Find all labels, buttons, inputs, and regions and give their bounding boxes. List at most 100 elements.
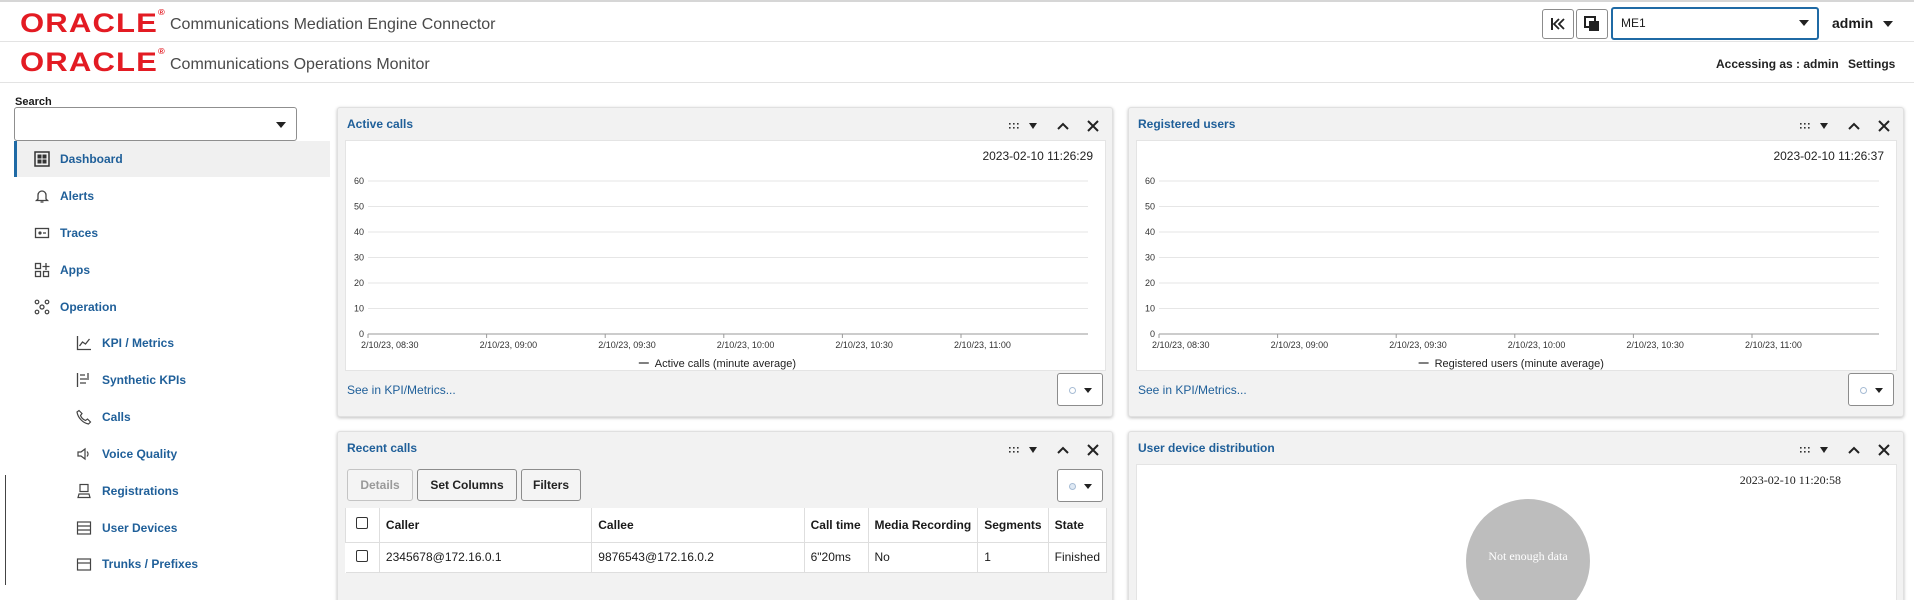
chevron-down-icon[interactable]: [1883, 21, 1893, 27]
sidebar-item-apps[interactable]: Apps: [14, 252, 330, 288]
top-header: ORACLE® Communications Mediation Engine …: [0, 0, 1914, 42]
select-all-cell[interactable]: [345, 508, 380, 543]
divider: [5, 475, 6, 585]
sidebar-item-trunks-prefixes[interactable]: Trunks / Prefixes: [14, 546, 330, 582]
x-tick-label: 2/10/23, 08:30: [361, 340, 419, 350]
chevron-down-icon[interactable]: [1819, 440, 1829, 460]
bell-icon: [33, 187, 51, 205]
drag-handle-icon[interactable]: [1799, 116, 1811, 136]
table-row[interactable]: 2345678@172.16.0.1 9876543@172.16.0.2 6"…: [345, 542, 1108, 573]
close-icon[interactable]: [1087, 440, 1099, 460]
rewind-icon: [1551, 18, 1565, 30]
sidebar-item-alerts[interactable]: Alerts: [14, 178, 330, 214]
see-in-kpi-link[interactable]: See in KPI/Metrics...: [1138, 383, 1247, 397]
chevron-down-icon: [1084, 484, 1092, 489]
chart-options-button[interactable]: [1848, 373, 1894, 406]
set-columns-button[interactable]: Set Columns: [417, 469, 517, 501]
phone-icon: [75, 408, 93, 426]
sidebar-item-dashboard[interactable]: Dashboard: [14, 141, 330, 177]
column-header-call-time[interactable]: Call time: [803, 508, 869, 543]
cell-state: Finished: [1048, 542, 1108, 573]
me-select[interactable]: ME1: [1611, 7, 1819, 40]
y-tick-label: 20: [1145, 278, 1155, 288]
chart-options-button[interactable]: [1057, 373, 1103, 406]
rewind-button[interactable]: [1542, 9, 1574, 39]
trunk-icon: [75, 555, 93, 573]
speaker-icon: [75, 445, 93, 463]
y-tick-label: 0: [359, 329, 364, 339]
sidebar-item-user-devices[interactable]: User Devices: [14, 510, 330, 546]
close-icon[interactable]: [1878, 440, 1890, 460]
chart-timestamp: 2023-02-10 11:20:58: [1739, 473, 1841, 487]
select-all-checkbox[interactable]: [356, 517, 369, 530]
collapse-icon[interactable]: [1057, 440, 1069, 460]
chevron-down-icon[interactable]: [1028, 116, 1038, 136]
column-header-media-recording[interactable]: Media Recording: [867, 508, 979, 543]
chevron-down-icon: [1799, 20, 1809, 26]
column-header-callee[interactable]: Callee: [591, 508, 805, 543]
cell-media-recording: No: [868, 542, 979, 573]
x-tick-label: 2/10/23, 09:00: [1271, 340, 1329, 350]
recent-calls-table: Caller Callee Call time Media Recording …: [345, 508, 1108, 573]
close-icon[interactable]: [1878, 116, 1890, 136]
filters-button[interactable]: Filters: [521, 469, 581, 501]
registered-users-chart: 60 50 40 30 20 10 02/10/23, 08:30 2/10/23, 09:0…: [1145, 176, 1879, 370]
sidebar-item-traces[interactable]: Traces: [14, 215, 330, 251]
drag-handle-icon[interactable]: [1799, 440, 1811, 460]
circle-icon: [1069, 483, 1076, 490]
sidebar-item-calls[interactable]: Calls: [14, 399, 330, 435]
sidebar-item-synthetic-kpis[interactable]: Synthetic KPIs: [14, 362, 330, 398]
sub-header: ORACLE® Communications Operations Monito…: [0, 42, 1914, 83]
y-tick-label: 0: [1150, 329, 1155, 339]
details-button[interactable]: Details: [347, 469, 413, 501]
x-tick-label: 2/10/23, 11:00: [954, 340, 1011, 350]
close-icon[interactable]: [1087, 116, 1099, 136]
devices-icon: [75, 519, 93, 537]
column-header-state[interactable]: State: [1047, 508, 1108, 543]
synthetic-icon: [75, 371, 93, 389]
chevron-down-icon[interactable]: [1819, 116, 1829, 136]
sidebar-item-voice-quality[interactable]: Voice Quality: [14, 436, 330, 472]
see-in-kpi-link[interactable]: See in KPI/Metrics...: [347, 383, 456, 397]
y-tick-label: 40: [354, 227, 364, 237]
column-header-segments[interactable]: Segments: [977, 508, 1049, 543]
collapse-icon[interactable]: [1057, 116, 1069, 136]
drag-handle-icon[interactable]: [1008, 116, 1020, 136]
circle-icon: [1069, 387, 1076, 394]
column-header-caller[interactable]: Caller: [378, 508, 593, 543]
x-tick-label: 2/10/23, 10:30: [835, 340, 893, 350]
chevron-down-icon[interactable]: [1028, 440, 1038, 460]
apps-icon: [33, 261, 51, 279]
row-checkbox[interactable]: [356, 549, 369, 562]
y-tick-label: 60: [1145, 176, 1155, 186]
app-subtitle: Communications Operations Monitor: [170, 56, 430, 73]
sidebar-item-label: Dashboard: [60, 152, 123, 166]
chevron-down-icon: [1875, 388, 1883, 393]
table-options-button[interactable]: [1057, 469, 1103, 502]
drag-handle-icon[interactable]: [1008, 440, 1020, 460]
legend-label: Registered users (minute average): [1435, 358, 1604, 370]
collapse-icon[interactable]: [1848, 440, 1860, 460]
operation-icon: [33, 298, 51, 316]
x-tick-label: 2/10/23, 09:30: [1389, 340, 1447, 350]
chart-timestamp: 2023-02-10 11:26:29: [982, 149, 1093, 163]
active-calls-chart: 60 50 40 30 20 10 02/10/23, 08:30 2/10/23, 09:0…: [354, 176, 1088, 370]
row-select-cell[interactable]: [345, 542, 380, 573]
x-tick-label: 2/10/23, 10:30: [1626, 340, 1684, 350]
sidebar-item-label: Voice Quality: [102, 447, 178, 461]
sidebar-item-operation[interactable]: Operation: [14, 289, 330, 325]
sidebar-item-label: KPI / Metrics: [102, 336, 175, 350]
copy-windows-button[interactable]: [1576, 9, 1608, 39]
y-tick-label: 50: [354, 202, 364, 212]
sidebar-item-label: Traces: [60, 226, 99, 240]
circle-icon: [1860, 387, 1867, 394]
sidebar-item-kpi-metrics[interactable]: KPI / Metrics: [14, 325, 330, 361]
search-input[interactable]: [14, 107, 297, 141]
user-menu[interactable]: admin: [1832, 15, 1873, 31]
dashboard-icon: [33, 150, 51, 168]
legend-label: Active calls (minute average): [655, 358, 796, 370]
collapse-icon[interactable]: [1848, 116, 1860, 136]
panel-user-device-distribution: User device distribution 2023-02-10 11:2…: [1128, 431, 1904, 600]
sidebar-item-registrations[interactable]: Registrations: [14, 473, 330, 509]
settings-link[interactable]: Settings: [1848, 57, 1895, 71]
